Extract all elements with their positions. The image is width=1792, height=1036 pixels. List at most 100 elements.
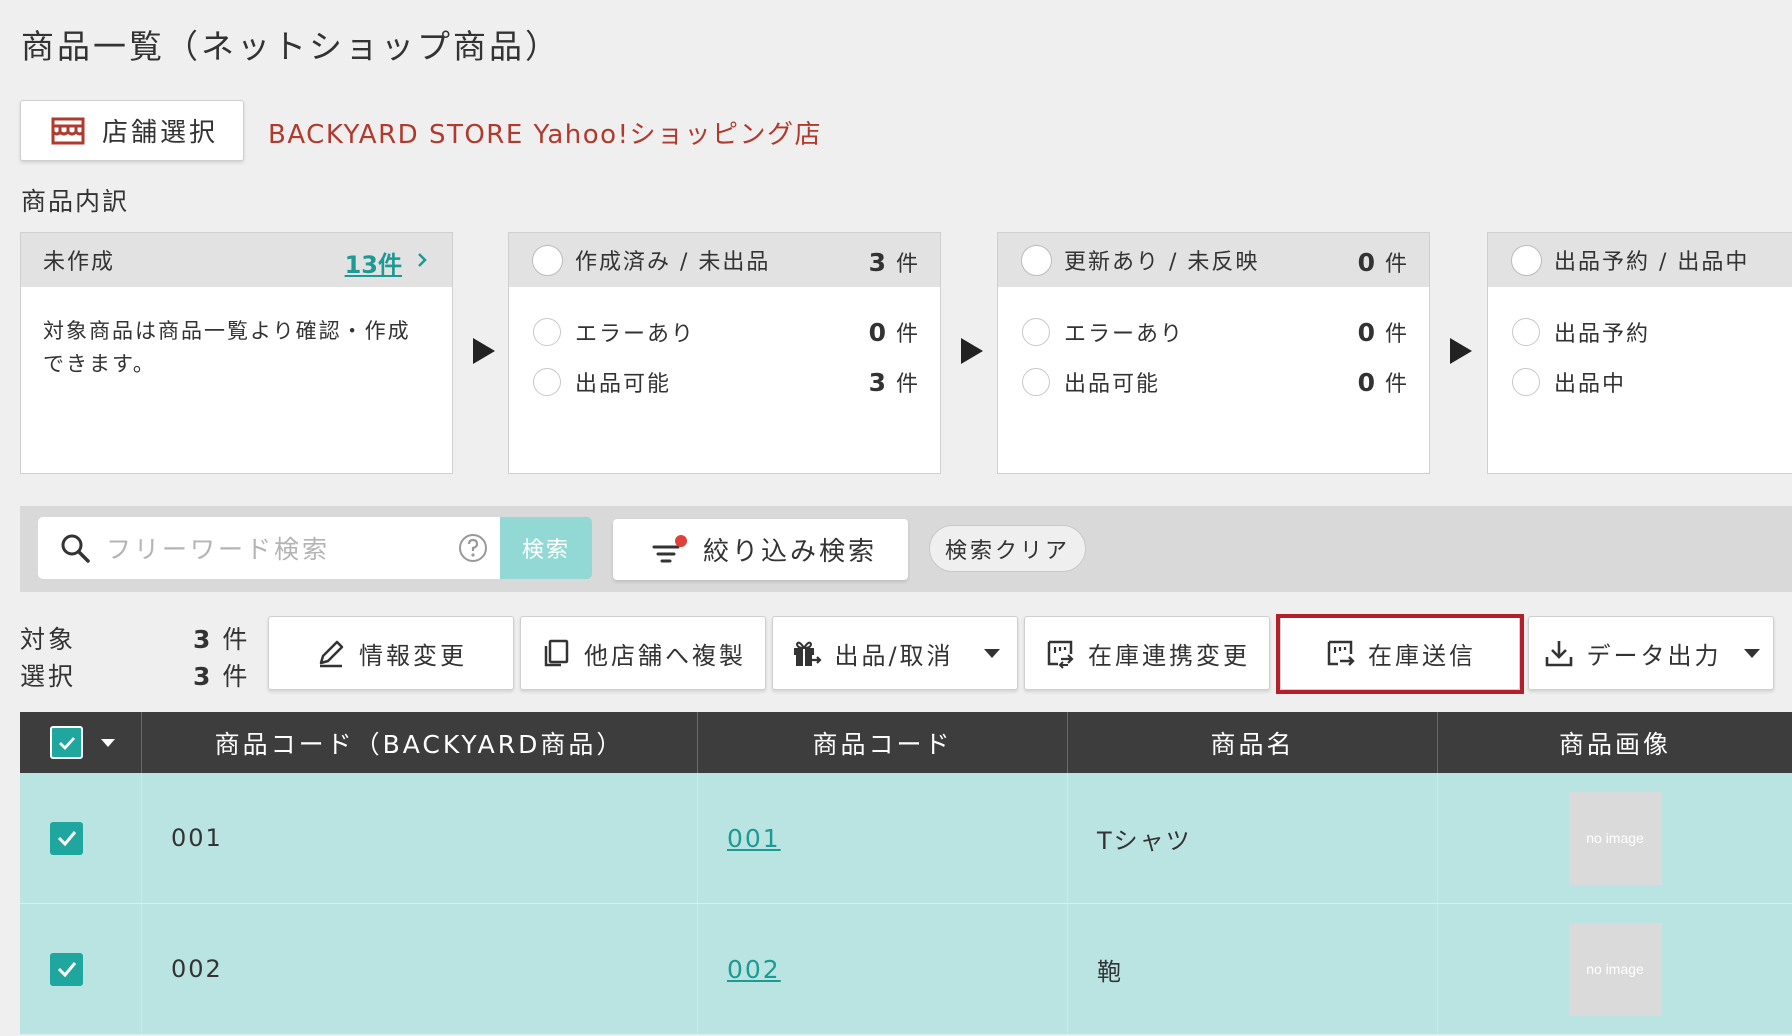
store-select-label: 店舗選択 bbox=[102, 118, 219, 148]
card-title: 出品予約 / 出品中 bbox=[1554, 250, 1750, 275]
inventory-link-icon bbox=[1047, 640, 1074, 669]
row-label: エラーあり bbox=[1064, 322, 1185, 347]
status-card-created-unlisted: 作成済み / 未出品 3件 エラーあり 0件 出品可能 3件 bbox=[508, 232, 941, 474]
backyard-code-cell: 002 bbox=[142, 904, 698, 1034]
chevron-right-icon[interactable] bbox=[416, 251, 428, 269]
card-header: 更新あり / 未反映 0件 bbox=[998, 233, 1429, 287]
card-row-error[interactable]: エラーあり bbox=[1022, 316, 1184, 348]
row-checkbox[interactable] bbox=[50, 821, 83, 855]
card-title: 更新あり / 未反映 bbox=[1064, 250, 1260, 275]
card-title: 未作成 bbox=[43, 250, 116, 275]
product-code-cell: 002 bbox=[698, 904, 1068, 1034]
row-label: 出品可能 bbox=[1064, 372, 1161, 397]
product-image-cell: no image bbox=[1438, 773, 1792, 903]
chevron-down-icon[interactable] bbox=[101, 738, 115, 747]
row-checkbox[interactable] bbox=[50, 952, 83, 986]
card-description: 対象商品は商品一覧より確認・作成できます。 bbox=[43, 319, 411, 376]
store-icon bbox=[51, 117, 85, 144]
target-label: 対象 bbox=[20, 625, 77, 654]
column-header-product-image: 商品画像 bbox=[1558, 729, 1671, 759]
list-cancel-label: 出品/取消 bbox=[834, 641, 954, 670]
row-radio[interactable] bbox=[533, 318, 561, 346]
search-placeholder: フリーワード検索 bbox=[106, 535, 331, 564]
target-count: 3件 bbox=[193, 625, 248, 654]
product-name-cell: Tシャツ bbox=[1068, 773, 1438, 903]
checkmark-icon bbox=[58, 736, 75, 750]
edit-info-button[interactable]: 情報変更 bbox=[268, 616, 514, 690]
inventory-link-change-button[interactable]: 在庫連携変更 bbox=[1024, 616, 1270, 690]
card-header: 出品予約 / 出品中 bbox=[1488, 233, 1792, 287]
row-check-cell bbox=[20, 773, 142, 903]
product-name-cell: 鞄 bbox=[1068, 904, 1438, 1034]
copy-to-store-label: 他店舗へ複製 bbox=[584, 641, 746, 670]
store-name: BACKYARD STORE Yahoo!ショッピング店 bbox=[268, 120, 823, 150]
product-code-cell: 001 bbox=[698, 773, 1068, 903]
inventory-link-change-label: 在庫連携変更 bbox=[1088, 641, 1250, 670]
card-row-listed[interactable]: 出品中 bbox=[1512, 366, 1626, 398]
filter-search-button[interactable]: 絞り込み検索 bbox=[613, 519, 908, 580]
help-icon[interactable] bbox=[458, 533, 488, 563]
product-code-link[interactable]: 001 bbox=[727, 824, 781, 853]
card-header: 未作成 13件 bbox=[21, 233, 452, 287]
table-row[interactable]: 001 001 Tシャツ no image bbox=[20, 773, 1792, 904]
product-code-link[interactable]: 002 bbox=[727, 955, 781, 984]
row-radio[interactable] bbox=[1022, 318, 1050, 346]
row-label: エラーあり bbox=[575, 322, 696, 347]
card-count: 0件 bbox=[1357, 248, 1407, 277]
store-select-button[interactable]: 店舗選択 bbox=[20, 100, 244, 161]
search-clear-button[interactable]: 検索クリア bbox=[929, 525, 1086, 572]
flow-arrow-icon bbox=[961, 338, 983, 364]
card-radio[interactable] bbox=[532, 244, 563, 276]
row-radio[interactable] bbox=[1022, 368, 1050, 396]
select-all-checkbox[interactable] bbox=[50, 726, 83, 759]
card-radio[interactable] bbox=[1511, 244, 1542, 276]
row-count: 0件 bbox=[1357, 318, 1407, 347]
row-label: 出品予約 bbox=[1554, 322, 1651, 347]
status-card-updated-unreflected: 更新あり / 未反映 0件 エラーあり 0件 出品可能 0件 bbox=[997, 232, 1430, 474]
status-card-listing: 出品予約 / 出品中 出品予約 出品中 bbox=[1487, 232, 1792, 474]
gift-icon bbox=[794, 641, 823, 666]
copy-to-store-button[interactable]: 他店舗へ複製 bbox=[520, 616, 766, 690]
flow-arrow-icon bbox=[473, 338, 495, 364]
backyard-code-cell: 001 bbox=[142, 773, 698, 903]
selected-label: 選択 bbox=[20, 662, 77, 691]
card-row-error[interactable]: エラーあり bbox=[533, 316, 695, 348]
table-header: 商品コード（BACKYARD商品） 商品コード 商品名 商品画像 bbox=[20, 712, 1792, 773]
search-button[interactable]: 検索 bbox=[500, 517, 592, 579]
data-export-label: データ出力 bbox=[1586, 641, 1722, 670]
row-radio[interactable] bbox=[533, 368, 561, 396]
selected-count: 3件 bbox=[193, 662, 248, 691]
column-header-product-code[interactable]: 商品コード bbox=[698, 712, 1068, 773]
checkmark-icon bbox=[57, 831, 76, 847]
card-row-listable[interactable]: 出品可能 bbox=[1022, 366, 1160, 398]
row-radio[interactable] bbox=[1512, 368, 1540, 396]
row-radio[interactable] bbox=[1512, 318, 1540, 346]
column-header-product-name[interactable]: 商品名 bbox=[1068, 712, 1438, 773]
row-label: 出品可能 bbox=[575, 372, 672, 397]
row-count: 0件 bbox=[868, 318, 918, 347]
table-row[interactable]: 002 002 鞄 no image bbox=[20, 904, 1792, 1035]
select-all-cell bbox=[20, 712, 142, 773]
card-radio[interactable] bbox=[1021, 244, 1052, 276]
card-title: 作成済み / 未出品 bbox=[575, 250, 771, 275]
send-inventory-highlight bbox=[1276, 614, 1524, 694]
copy-icon bbox=[544, 639, 569, 667]
filter-icon bbox=[652, 534, 687, 562]
column-header-backyard-code[interactable]: 商品コード（BACKYARD商品） bbox=[142, 712, 698, 773]
pencil-icon bbox=[319, 640, 344, 668]
list-cancel-button[interactable]: 出品/取消 bbox=[772, 616, 1018, 690]
not-created-count-link[interactable]: 13件 bbox=[345, 245, 402, 280]
row-count: 3件 bbox=[868, 368, 918, 397]
search-icon bbox=[61, 534, 90, 563]
row-label: 出品中 bbox=[1554, 372, 1627, 397]
search-input[interactable]: フリーワード検索 bbox=[38, 517, 500, 579]
flow-arrow-icon bbox=[1450, 338, 1472, 364]
product-image-placeholder: no image bbox=[1568, 791, 1662, 885]
breakdown-label: 商品内訳 bbox=[21, 187, 130, 216]
card-count: 3件 bbox=[868, 248, 918, 277]
card-row-listable[interactable]: 出品可能 bbox=[533, 366, 671, 398]
checkmark-icon bbox=[57, 962, 76, 978]
product-image-placeholder: no image bbox=[1568, 922, 1662, 1016]
data-export-button[interactable]: データ出力 bbox=[1528, 616, 1774, 690]
card-row-scheduled[interactable]: 出品予約 bbox=[1512, 316, 1650, 348]
